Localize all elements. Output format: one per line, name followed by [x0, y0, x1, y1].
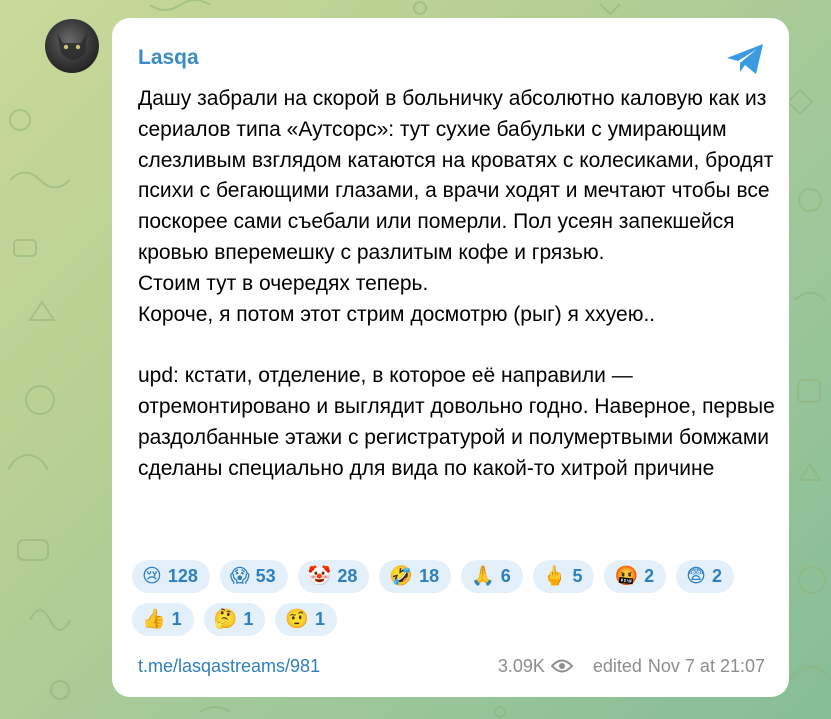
author-name[interactable]: Lasqa	[138, 46, 199, 70]
reaction-thumbs-up[interactable]: 👍 1	[132, 603, 194, 636]
reaction-count: 2	[644, 566, 655, 586]
message-meta: 3.09K edited Nov 7 at 21:07	[498, 656, 765, 677]
reaction-count: 1	[315, 609, 326, 629]
reaction-screaming[interactable]: 😱 53	[219, 560, 288, 593]
message-paragraph: Стоим тут в очередях теперь.	[138, 271, 429, 295]
crying-face-icon: 😢	[142, 565, 162, 587]
reaction-count: 18	[419, 566, 440, 586]
thumbs-up-icon: 👍	[142, 608, 166, 630]
raised-eyebrow-face-icon: 🤨	[285, 608, 310, 630]
reaction-count: 5	[572, 566, 583, 586]
view-count: 3.09K	[497, 655, 545, 676]
share-button[interactable]	[725, 42, 765, 76]
reaction-rofl[interactable]: 🤣 18	[379, 560, 452, 593]
reaction-count: 1	[171, 609, 182, 629]
reaction-pray[interactable]: 🙏 6	[461, 560, 523, 593]
message-footer: t.me/lasqastreams/981 3.09K edited Nov 7…	[138, 653, 765, 679]
message-paragraph: Дашу забрали на скорой в больничку абсол…	[138, 87, 774, 264]
reaction-cursing[interactable]: 🤬 2	[604, 560, 667, 593]
reaction-crying[interactable]: 😢 128	[132, 560, 210, 593]
rofl-face-icon: 🤣	[389, 565, 414, 587]
reaction-count: 6	[500, 566, 511, 586]
telegram-paper-plane-icon	[727, 44, 763, 74]
reaction-count: 1	[243, 609, 254, 629]
thinking-face-icon: 🤔	[213, 608, 238, 630]
reaction-count: 2	[711, 566, 722, 586]
message-card: Lasqa Дашу забрали на скорой в больничку…	[112, 18, 789, 697]
post-link[interactable]: t.me/lasqastreams/981	[138, 656, 320, 677]
reaction-middle-finger[interactable]: 🖕 5	[532, 560, 595, 593]
reactions-bar: 😢 128 😱 53 🤡 28 🤣 18 🙏 6 🖕 5 🤬 2 😨 2 👍 1 🤔 1 🤨 1	[132, 560, 752, 636]
reaction-fearful[interactable]: 😨 2	[676, 560, 734, 593]
eye-icon	[550, 659, 573, 673]
cursing-face-icon: 🤬	[614, 565, 639, 587]
edited-label: edited	[592, 655, 642, 676]
message-text: Дашу забрали на скорой в больничку абсол…	[138, 84, 778, 484]
reaction-count: 53	[255, 566, 276, 586]
screaming-face-icon: 😱	[229, 565, 250, 587]
fearful-face-icon: 😨	[686, 565, 706, 587]
message-paragraph: Короче, я потом этот стрим досмотрю (рыг…	[138, 302, 656, 326]
reaction-count: 128	[167, 566, 198, 586]
reaction-raised-eyebrow[interactable]: 🤨 1	[275, 603, 338, 636]
author-avatar[interactable]	[45, 19, 99, 73]
clown-face-icon: 🤡	[307, 565, 332, 587]
reaction-clown[interactable]: 🤡 28	[297, 560, 370, 593]
reaction-thinking[interactable]: 🤔 1	[203, 603, 266, 636]
folded-hands-icon: 🙏	[471, 565, 495, 587]
middle-finger-icon: 🖕	[542, 565, 567, 587]
message-date: Nov 7 at 21:07	[647, 655, 765, 676]
reaction-count: 28	[337, 566, 358, 586]
message-paragraph: upd: кстати, отделение, в которое её нап…	[138, 364, 775, 480]
